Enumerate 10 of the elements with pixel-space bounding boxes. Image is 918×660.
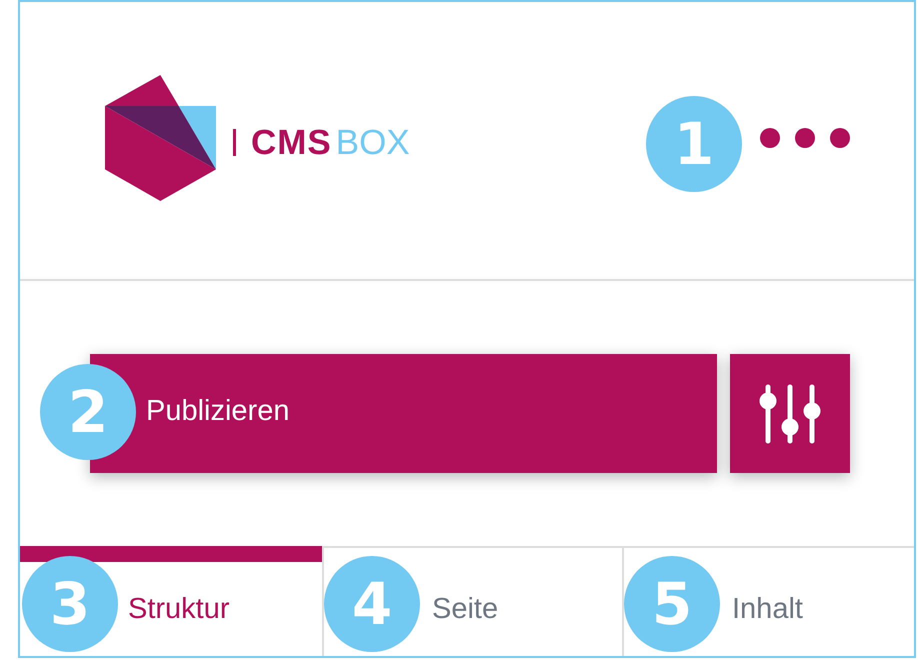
- hexagon-logo-icon: [105, 74, 216, 200]
- logo-separator-line: [233, 129, 236, 156]
- settings-button[interactable]: [730, 354, 850, 473]
- more-button[interactable]: [760, 128, 850, 148]
- ellipsis-icon: [760, 128, 850, 148]
- logo-text: BOX: [336, 125, 410, 160]
- sliders-icon: [759, 384, 821, 444]
- number-callout: 1: [646, 96, 742, 192]
- logo-text: CMS: [251, 125, 332, 160]
- number-callout: 2: [40, 364, 136, 460]
